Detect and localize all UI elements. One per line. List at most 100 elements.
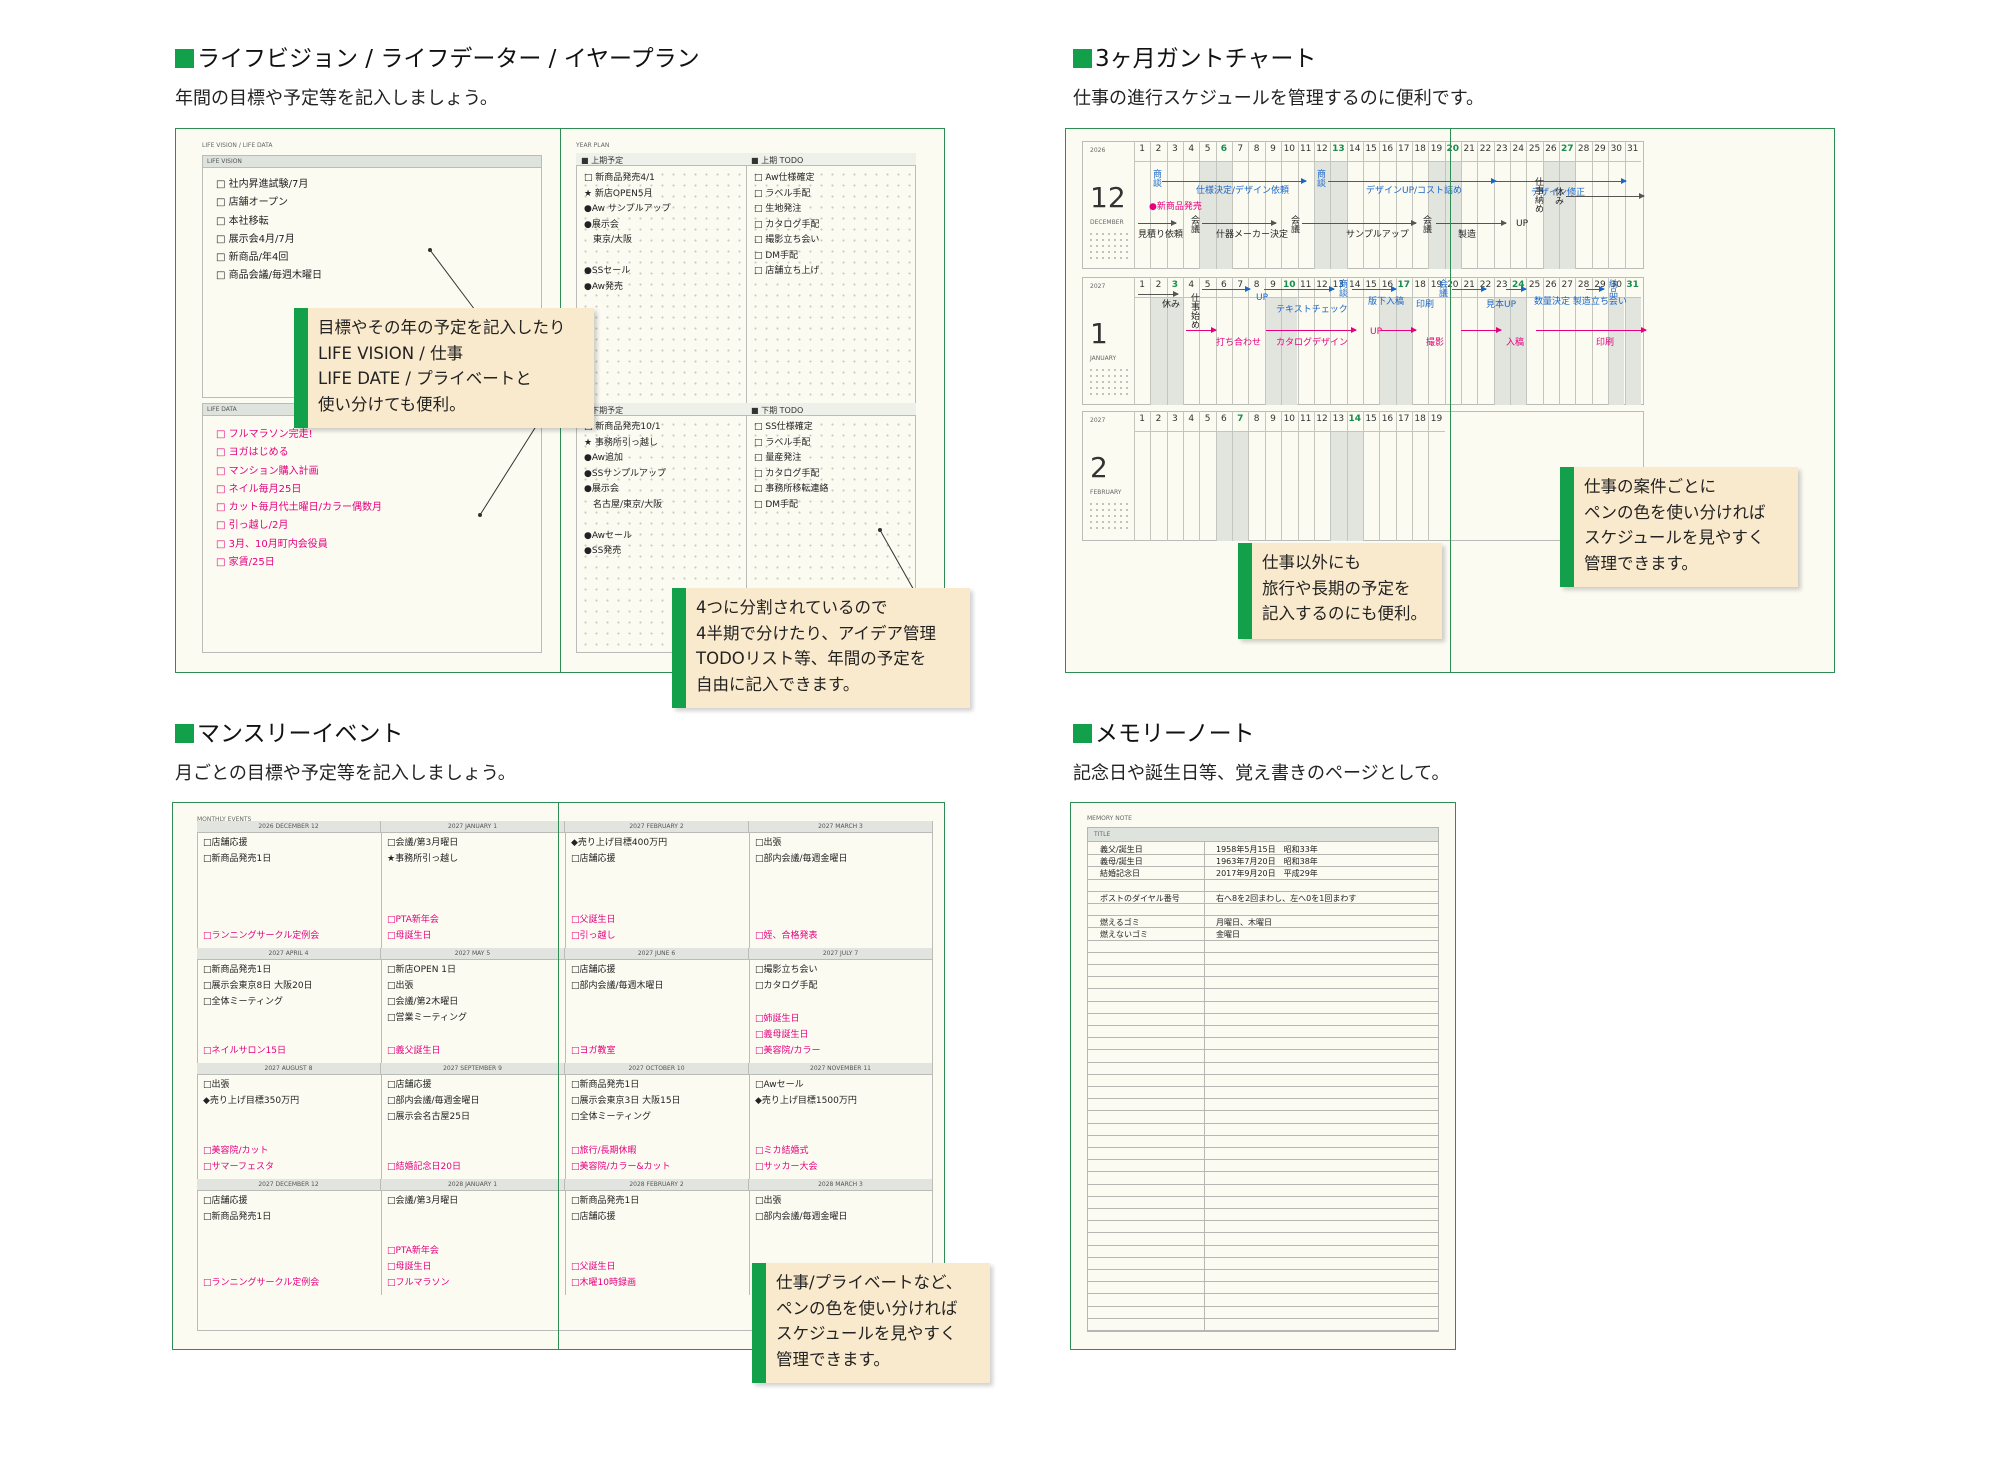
month-item: ◆売り上げ目標350万円: [203, 1096, 300, 1106]
month-pink-cell: □ミカ結婚式 □サッカー大会: [755, 1143, 818, 1175]
gantt-callout-1: 仕事以外にも 旅行や長期の予定を 記入するのにも便利。: [1238, 543, 1442, 639]
month-item: □新商品発売1日: [203, 1212, 272, 1222]
memory-key: 燃えないゴミ: [1100, 930, 1148, 940]
memory-key: 義父/誕生日: [1100, 845, 1143, 854]
month-pink-cell: □PTA新年会 □母誕生日: [387, 912, 439, 944]
month-item-private: □父誕生日: [571, 915, 616, 925]
memory-key: ポストのダイヤル番号: [1100, 893, 1180, 903]
gantt-day-number: 25: [1528, 144, 1541, 154]
gantt-day-number: 19: [1430, 144, 1443, 154]
month-cell: □Awセール ◆売り上げ目標1500万円: [755, 1077, 857, 1109]
month-item: □会議/第3月曜日: [387, 838, 459, 848]
gantt-month-name: FEBRUARY: [1090, 489, 1122, 496]
month-item: ◆売り上げ目標400万円: [571, 838, 668, 848]
gantt-day-number: 18: [1414, 414, 1426, 424]
month-item-private: □結婚記念日20日: [387, 1162, 461, 1172]
gantt-day-number: 30: [1610, 144, 1623, 154]
gantt-day-number: 12: [1316, 144, 1328, 154]
gantt-note: 商談: [1315, 169, 1325, 187]
gantt-day-number: 18: [1414, 144, 1426, 154]
month-item: □部内会議/毎週金曜日: [755, 854, 848, 864]
gantt-note: 仕様決定/デザイン依頼: [1196, 186, 1290, 196]
month-item-private: □木曜10時録画: [571, 1278, 636, 1288]
month-item: □カタログ手配: [755, 981, 818, 991]
month-item: □新商品発売1日: [571, 1080, 640, 1090]
gantt-day-number: 9: [1270, 414, 1276, 424]
gantt-day-number: 27: [1561, 280, 1573, 290]
month-item-private: □義母誕生日: [755, 1030, 809, 1040]
gantt-day-number: 24: [1512, 144, 1524, 154]
gantt-note: 打ち合わせ: [1216, 338, 1262, 348]
gantt-note: 印刷: [1416, 300, 1435, 310]
month-item-private: □姪、合格発表: [755, 931, 818, 941]
monthly-callout: 仕事/プライベートなど、 ペンの色を使い分ければ スケジュールを見やすく 管理できます…: [752, 1263, 990, 1383]
gantt-day-number: 16: [1381, 414, 1394, 424]
month-item: □撮影立ち会い: [755, 965, 818, 975]
gantt-day-number: 2: [1155, 280, 1162, 290]
gantt-day-number: 5: [1204, 414, 1211, 424]
month-pink-cell: □姉誕生日 □義母誕生日 □美容院/カラー: [755, 1011, 821, 1059]
gantt-day-number: 4: [1188, 144, 1195, 154]
gantt-day-number: 7: [1237, 414, 1244, 424]
gantt-day-number: 25: [1528, 280, 1541, 290]
gantt-year: 2027: [1090, 283, 1106, 290]
gantt-day-number: 10: [1283, 414, 1296, 424]
gantt-note: 会議: [1189, 215, 1199, 233]
gantt-month-number: 2: [1090, 451, 1108, 484]
memory-page: MEMORY NOTE TITLE 義父/誕生日 1958年5月15日 昭和33年…: [1070, 802, 1456, 1350]
month-cell: □新商品発売1日 □店舗応援: [571, 1193, 639, 1225]
month-header: 2026 DECEMBER 12: [197, 821, 381, 833]
gantt-month-number: 1: [1090, 317, 1108, 350]
gantt-note: 撮影: [1426, 338, 1445, 348]
gantt-note: 什器メーカー決定: [1216, 230, 1289, 240]
month-item-private: □フルマラソン: [387, 1278, 450, 1288]
memory-key: 結婚記念日: [1100, 869, 1140, 879]
memory-key: 義母/誕生日: [1100, 857, 1143, 867]
month-header: 2028 MARCH 3: [749, 1179, 933, 1191]
month-item-private: □引っ越し: [571, 931, 616, 941]
month-pink-cell: □ヨガ教室: [571, 1043, 616, 1059]
month-cell: □出張 □部内会議/毎週金曜日: [755, 835, 848, 867]
month-item-private: □美容院/カット: [203, 1146, 269, 1156]
gantt-note: UP: [1516, 219, 1529, 229]
gantt-day-number: 20: [1446, 144, 1460, 154]
gantt-day-number: 4: [1188, 414, 1195, 424]
month-cell: □会議/第3月曜日: [387, 1193, 458, 1209]
memory-value: 右へ8を2回まわし、左へ0を1回まわす: [1216, 893, 1357, 903]
month-item: □店舗応援: [387, 1080, 432, 1090]
month-item-private: □ネイルサロン15日: [203, 1046, 286, 1056]
gantt-day-number: 31: [1626, 144, 1639, 154]
month-item-private: □ランニングサークル定例会: [203, 931, 320, 941]
memory-value: 金曜日: [1216, 930, 1240, 940]
month-item-private: □サマーフェスタ: [203, 1162, 274, 1172]
month-pink-cell: □結婚記念日20日: [387, 1159, 461, 1175]
month-item: □新店OPEN 1日: [387, 965, 457, 975]
gantt-day-number: 17: [1398, 414, 1410, 424]
gantt-day-number: 27: [1561, 144, 1574, 154]
month-item-private: □美容院/カラー: [755, 1046, 821, 1056]
month-header: 2027 DECEMBER 12: [197, 1179, 381, 1191]
month-item-private: □姉誕生日: [755, 1014, 800, 1024]
month-item-private: □義父誕生日: [387, 1046, 441, 1056]
gantt-day-number: 18: [1414, 280, 1426, 290]
month-cell: □新商品発売1日 □展示会東京3日 大阪15日 □全体ミーティング: [571, 1077, 681, 1125]
month-header: 2028 JANUARY 1: [381, 1179, 565, 1191]
month-header: 2027 SEPTEMBER 9: [381, 1063, 565, 1075]
gantt-note: 見本UP: [1486, 300, 1517, 310]
gantt-day-number: 31: [1626, 280, 1639, 290]
gantt-day-number: 15: [1365, 414, 1377, 424]
gantt-day-number: 3: [1171, 144, 1178, 154]
memory-title-label: TITLE: [1094, 831, 1111, 838]
month-cell: □新店OPEN 1日 □出張 □会議/第2木曜日 □営業ミーティング: [387, 962, 467, 1026]
gantt-day-number: 14: [1348, 414, 1361, 424]
gantt-note: 会議: [1421, 215, 1431, 233]
gantt-note: 入稿: [1506, 338, 1525, 348]
month-item: □部内会議/毎週木曜日: [571, 981, 664, 991]
gantt-day-number: 10: [1283, 144, 1296, 154]
gantt-day-number: 11: [1299, 144, 1312, 154]
gantt-day-number: 11: [1299, 414, 1312, 424]
month-pink-cell: □PTA新年会 □母誕生日 □フルマラソン: [387, 1243, 450, 1291]
gantt-day-number: 29: [1594, 144, 1606, 154]
gantt-callout-2: 仕事の案件ごとに ペンの色を使い分ければ スケジュールを見やすく 管理できます。: [1560, 467, 1798, 587]
gantt-note: テキストチェック: [1276, 305, 1348, 315]
